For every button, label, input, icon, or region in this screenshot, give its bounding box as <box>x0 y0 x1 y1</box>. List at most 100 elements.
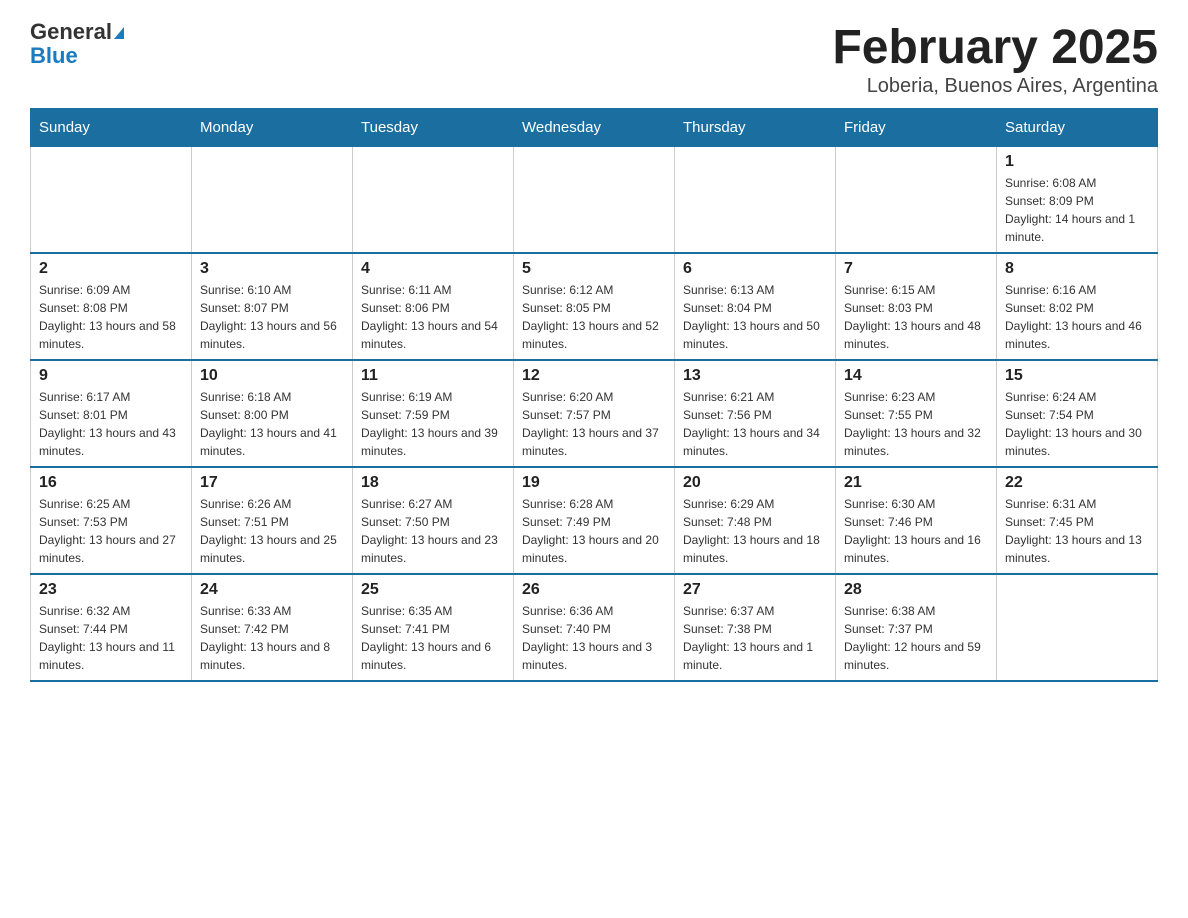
calendar-week-row: 9 Sunrise: 6:17 AMSunset: 8:01 PMDaylight… <box>31 360 1158 467</box>
calendar-day-cell: 17 Sunrise: 6:26 AMSunset: 7:51 PMDayligh… <box>192 467 353 574</box>
day-number: 19 <box>522 474 666 492</box>
day-info: Sunrise: 6:25 AMSunset: 7:53 PMDaylight:… <box>39 495 183 567</box>
day-info: Sunrise: 6:23 AMSunset: 7:55 PMDaylight:… <box>844 388 988 460</box>
calendar-day-cell: 23Sunrise: 6:32 AMSunset: 7:44 PMDayligh… <box>31 574 192 681</box>
calendar-body: 1 Sunrise: 6:08 AMSunset: 8:09 PMDaylight… <box>31 147 1158 682</box>
calendar-day-cell: 20 Sunrise: 6:29 AMSunset: 7:48 PMDayligh… <box>675 467 836 574</box>
logo-blue-text: Blue <box>30 44 124 68</box>
day-info: Sunrise: 6:09 AMSunset: 8:08 PMDaylight:… <box>39 281 183 353</box>
calendar-day-cell: 12 Sunrise: 6:20 AMSunset: 7:57 PMDayligh… <box>514 360 675 467</box>
day-of-week-header: Tuesday <box>353 109 514 147</box>
calendar-table: SundayMondayTuesdayWednesdayThursdayFrid… <box>30 108 1158 682</box>
day-number: 8 <box>1005 260 1149 278</box>
calendar-day-cell: 25 Sunrise: 6:35 AMSunset: 7:41 PMDayligh… <box>353 574 514 681</box>
calendar-day-cell <box>31 147 192 254</box>
calendar-day-cell: 11Sunrise: 6:19 AMSunset: 7:59 PMDayligh… <box>353 360 514 467</box>
day-number: 4 <box>361 260 505 278</box>
calendar-week-row: 16 Sunrise: 6:25 AMSunset: 7:53 PMDayligh… <box>31 467 1158 574</box>
calendar-day-cell <box>192 147 353 254</box>
calendar-day-cell: 19Sunrise: 6:28 AMSunset: 7:49 PMDayligh… <box>514 467 675 574</box>
calendar-day-cell: 3 Sunrise: 6:10 AMSunset: 8:07 PMDaylight… <box>192 253 353 360</box>
day-info: Sunrise: 6:11 AMSunset: 8:06 PMDaylight:… <box>361 281 505 353</box>
calendar-day-cell: 26 Sunrise: 6:36 AMSunset: 7:40 PMDayligh… <box>514 574 675 681</box>
day-number: 1 <box>1005 153 1149 171</box>
day-info: Sunrise: 6:37 AMSunset: 7:38 PMDaylight:… <box>683 602 827 674</box>
day-info: Sunrise: 6:38 AMSunset: 7:37 PMDaylight:… <box>844 602 988 674</box>
day-info: Sunrise: 6:29 AMSunset: 7:48 PMDaylight:… <box>683 495 827 567</box>
title-block: February 2025 Loberia, Buenos Aires, Arg… <box>832 20 1158 98</box>
day-number: 2 <box>39 260 183 278</box>
day-number: 6 <box>683 260 827 278</box>
day-info: Sunrise: 6:15 AMSunset: 8:03 PMDaylight:… <box>844 281 988 353</box>
calendar-day-cell: 6 Sunrise: 6:13 AMSunset: 8:04 PMDaylight… <box>675 253 836 360</box>
calendar-day-cell: 15Sunrise: 6:24 AMSunset: 7:54 PMDayligh… <box>997 360 1158 467</box>
day-info: Sunrise: 6:35 AMSunset: 7:41 PMDaylight:… <box>361 602 505 674</box>
calendar-day-cell: 24 Sunrise: 6:33 AMSunset: 7:42 PMDayligh… <box>192 574 353 681</box>
day-info: Sunrise: 6:26 AMSunset: 7:51 PMDaylight:… <box>200 495 344 567</box>
day-number: 25 <box>361 581 505 599</box>
day-number: 9 <box>39 367 183 385</box>
day-number: 15 <box>1005 367 1149 385</box>
day-number: 18 <box>361 474 505 492</box>
calendar-day-cell: 5Sunrise: 6:12 AMSunset: 8:05 PMDaylight… <box>514 253 675 360</box>
calendar-title: February 2025 <box>832 20 1158 75</box>
day-info: Sunrise: 6:33 AMSunset: 7:42 PMDaylight:… <box>200 602 344 674</box>
day-number: 7 <box>844 260 988 278</box>
day-number: 24 <box>200 581 344 599</box>
calendar-day-cell <box>514 147 675 254</box>
calendar-day-cell <box>836 147 997 254</box>
calendar-day-cell: 18Sunrise: 6:27 AMSunset: 7:50 PMDayligh… <box>353 467 514 574</box>
calendar-day-cell: 7 Sunrise: 6:15 AMSunset: 8:03 PMDaylight… <box>836 253 997 360</box>
day-info: Sunrise: 6:32 AMSunset: 7:44 PMDaylight:… <box>39 602 183 674</box>
calendar-day-cell: 13 Sunrise: 6:21 AMSunset: 7:56 PMDayligh… <box>675 360 836 467</box>
day-info: Sunrise: 6:19 AMSunset: 7:59 PMDaylight:… <box>361 388 505 460</box>
calendar-week-row: 2 Sunrise: 6:09 AMSunset: 8:08 PMDaylight… <box>31 253 1158 360</box>
day-number: 14 <box>844 367 988 385</box>
logo-general-text: General <box>30 19 112 44</box>
calendar-day-cell <box>997 574 1158 681</box>
day-info: Sunrise: 6:18 AMSunset: 8:00 PMDaylight:… <box>200 388 344 460</box>
day-info: Sunrise: 6:12 AMSunset: 8:05 PMDaylight:… <box>522 281 666 353</box>
calendar-header: SundayMondayTuesdayWednesdayThursdayFrid… <box>31 109 1158 147</box>
day-of-week-header: Wednesday <box>514 109 675 147</box>
calendar-week-row: 23Sunrise: 6:32 AMSunset: 7:44 PMDayligh… <box>31 574 1158 681</box>
day-number: 28 <box>844 581 988 599</box>
day-number: 21 <box>844 474 988 492</box>
calendar-day-cell <box>353 147 514 254</box>
day-of-week-header: Sunday <box>31 109 192 147</box>
day-number: 10 <box>200 367 344 385</box>
day-number: 12 <box>522 367 666 385</box>
logo-triangle-icon <box>114 27 124 39</box>
calendar-day-cell: 16 Sunrise: 6:25 AMSunset: 7:53 PMDayligh… <box>31 467 192 574</box>
day-info: Sunrise: 6:17 AMSunset: 8:01 PMDaylight:… <box>39 388 183 460</box>
day-number: 16 <box>39 474 183 492</box>
calendar-day-cell: 2 Sunrise: 6:09 AMSunset: 8:08 PMDaylight… <box>31 253 192 360</box>
calendar-day-cell: 21Sunrise: 6:30 AMSunset: 7:46 PMDayligh… <box>836 467 997 574</box>
day-info: Sunrise: 6:21 AMSunset: 7:56 PMDaylight:… <box>683 388 827 460</box>
calendar-day-cell: 14 Sunrise: 6:23 AMSunset: 7:55 PMDayligh… <box>836 360 997 467</box>
day-info: Sunrise: 6:36 AMSunset: 7:40 PMDaylight:… <box>522 602 666 674</box>
day-of-week-header: Saturday <box>997 109 1158 147</box>
calendar-day-cell: 28 Sunrise: 6:38 AMSunset: 7:37 PMDayligh… <box>836 574 997 681</box>
day-number: 13 <box>683 367 827 385</box>
day-info: Sunrise: 6:08 AMSunset: 8:09 PMDaylight:… <box>1005 174 1149 246</box>
day-of-week-header: Friday <box>836 109 997 147</box>
calendar-day-cell: 10 Sunrise: 6:18 AMSunset: 8:00 PMDayligh… <box>192 360 353 467</box>
logo: General Blue <box>30 20 124 68</box>
calendar-day-cell <box>675 147 836 254</box>
day-info: Sunrise: 6:13 AMSunset: 8:04 PMDaylight:… <box>683 281 827 353</box>
day-number: 20 <box>683 474 827 492</box>
calendar-header-row: SundayMondayTuesdayWednesdayThursdayFrid… <box>31 109 1158 147</box>
day-number: 22 <box>1005 474 1149 492</box>
calendar-day-cell: 8 Sunrise: 6:16 AMSunset: 8:02 PMDaylight… <box>997 253 1158 360</box>
day-of-week-header: Thursday <box>675 109 836 147</box>
calendar-day-cell: 27Sunrise: 6:37 AMSunset: 7:38 PMDayligh… <box>675 574 836 681</box>
day-number: 26 <box>522 581 666 599</box>
calendar-day-cell: 22Sunrise: 6:31 AMSunset: 7:45 PMDayligh… <box>997 467 1158 574</box>
day-info: Sunrise: 6:16 AMSunset: 8:02 PMDaylight:… <box>1005 281 1149 353</box>
day-info: Sunrise: 6:10 AMSunset: 8:07 PMDaylight:… <box>200 281 344 353</box>
day-number: 3 <box>200 260 344 278</box>
day-of-week-header: Monday <box>192 109 353 147</box>
day-info: Sunrise: 6:20 AMSunset: 7:57 PMDaylight:… <box>522 388 666 460</box>
day-number: 17 <box>200 474 344 492</box>
